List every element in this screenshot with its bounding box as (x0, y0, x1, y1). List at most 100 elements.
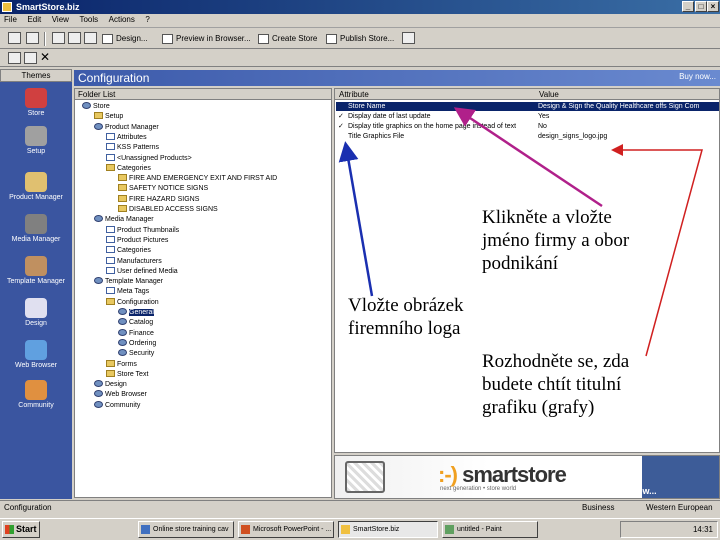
powerpoint-icon (241, 525, 250, 534)
tree-item[interactable]: Community (94, 400, 140, 410)
menu-help[interactable]: ? (141, 14, 153, 25)
tree-item[interactable]: Product Manager (94, 122, 159, 132)
tree-item[interactable]: Security (118, 349, 154, 358)
create-store-button[interactable]: Create Store (256, 31, 320, 47)
tree-item[interactable]: Setup (94, 112, 123, 121)
menu-tools[interactable]: Tools (75, 14, 102, 25)
tree-item[interactable]: Design (94, 380, 127, 389)
tree-item[interactable]: Categories (106, 246, 151, 255)
attr-row-graphics-file[interactable]: Title Graphics File design_signs_logo.jpg (336, 132, 719, 141)
tree-item[interactable]: Ordering (118, 338, 156, 348)
tree-item[interactable]: Store (82, 102, 110, 111)
maximize-button[interactable]: □ (695, 1, 707, 12)
tree-item[interactable]: Web Browser (94, 390, 147, 399)
tree-item[interactable]: FIRE AND EMERGENCY EXIT AND FIRST AID (118, 174, 277, 183)
smartstore-logo: :-) smartstore (438, 462, 567, 487)
theme-media-manager[interactable]: Media Manager (0, 214, 72, 243)
task-paint[interactable]: untitled - Paint (442, 521, 538, 538)
tree-item[interactable]: FIRE HAZARD SIGNS (118, 194, 200, 204)
tree-item[interactable]: KSS Patterns (106, 143, 159, 152)
tree-item-label: Web Browser (105, 391, 147, 399)
smartstore-task-icon (341, 525, 350, 534)
tree-item[interactable]: Catalog (118, 318, 153, 327)
minimize-button[interactable]: _ (682, 1, 694, 12)
tree-item[interactable]: DISABLED ACCESS SIGNS (118, 205, 218, 214)
publish-store-button[interactable]: Publish Store... (324, 31, 394, 47)
tree-item-label: Categories (117, 164, 151, 172)
theme-setup[interactable]: Setup (0, 126, 72, 155)
theme-design[interactable]: Design (0, 298, 72, 327)
annotation-graphics: Rozhodněte se, zda budete chtít titulní … (482, 351, 630, 418)
product-manager-icon (25, 172, 47, 192)
menu-actions[interactable]: Actions (105, 14, 139, 25)
clock[interactable]: 14:31 (693, 525, 713, 534)
open-icon[interactable] (68, 32, 81, 44)
start-button[interactable]: Start (2, 521, 40, 538)
theme-community[interactable]: Community (0, 380, 72, 409)
setup-icon (25, 126, 47, 146)
tree-item[interactable]: Manufacturers (106, 256, 162, 266)
toolbar-separator (44, 32, 46, 46)
tree-item-label: Forms (117, 360, 137, 368)
menu-view[interactable]: View (48, 14, 73, 25)
tree-item[interactable]: Meta Tags (106, 287, 149, 296)
tree-item[interactable]: Configuration (106, 297, 159, 307)
publish-icon (326, 34, 337, 44)
design-button[interactable]: Design... (100, 31, 156, 47)
tree-item[interactable]: <Unassigned Products> (106, 153, 192, 163)
theme-product-manager[interactable]: Product Manager (0, 172, 72, 201)
tree-item[interactable]: Product Thumbnails (106, 225, 180, 235)
value-column-header[interactable]: Value (539, 89, 559, 100)
properties-icon[interactable] (84, 32, 97, 44)
design-icon (102, 34, 113, 44)
menu-bar: File Edit View Tools Actions ? (0, 14, 720, 28)
tree-item-label: Finance (129, 329, 154, 337)
tree-item-label: FIRE HAZARD SIGNS (129, 195, 200, 203)
tree-item-label: Product Thumbnails (117, 226, 180, 234)
attr-row-title-graphics[interactable]: ✓ Display title graphics on the home page… (336, 122, 719, 131)
tree-item[interactable]: Store Text (106, 369, 148, 379)
new-folder-icon[interactable] (52, 32, 65, 44)
tree-item[interactable]: Finance (118, 328, 154, 338)
delete-icon[interactable]: ✕ (40, 50, 50, 64)
banner-buy-now[interactable]: Buy now... (612, 486, 657, 496)
tree-item-label: Media Manager (105, 216, 154, 224)
forward-icon[interactable] (26, 32, 39, 44)
status-bar: Configuration Business Western European (0, 500, 720, 515)
attr-row-store-name[interactable]: Store Name Design & Sign the Quality Heal… (336, 102, 719, 111)
tree-item-label: Setup (105, 113, 124, 121)
system-tray: 14:31 (620, 521, 718, 538)
edit-item-icon[interactable] (24, 52, 37, 64)
menu-edit[interactable]: Edit (23, 14, 45, 25)
tree-item[interactable]: Product Pictures (106, 235, 168, 245)
tree-item[interactable]: Attributes (106, 132, 147, 142)
media-manager-icon (25, 214, 47, 234)
back-icon[interactable] (8, 32, 21, 44)
window-title-bar: SmartStore.biz _ □ × (0, 0, 720, 14)
buy-now-link[interactable]: Buy now... (679, 72, 716, 81)
attr-row-last-update[interactable]: ✓ Display date of last update Yes (336, 112, 719, 121)
theme-store[interactable]: Store (0, 88, 72, 117)
tree-item[interactable]: User defined Media (106, 266, 178, 276)
extra-tool-icon[interactable] (402, 32, 415, 44)
tree-item-label: DISABLED ACCESS SIGNS (129, 206, 218, 213)
tree-item[interactable]: General (118, 308, 154, 317)
status-business: Business (582, 503, 615, 512)
tree-item-label: FIRE AND EMERGENCY EXIT AND FIRST AID (129, 175, 278, 183)
tree-item[interactable]: Media Manager (94, 215, 154, 224)
task-powerpoint[interactable]: Microsoft PowerPoint - ... (238, 521, 334, 538)
new-item-icon[interactable] (8, 52, 21, 64)
attribute-column-header[interactable]: Attribute (339, 89, 369, 100)
task-online-store[interactable]: Online store training cav (138, 521, 234, 538)
preview-browser-button[interactable]: Preview in Browser... (160, 31, 252, 47)
close-button[interactable]: × (707, 1, 719, 12)
tree-item[interactable]: Forms (106, 359, 137, 369)
menu-file[interactable]: File (0, 14, 21, 25)
doc-icon (106, 225, 115, 233)
tree-item[interactable]: SAFETY NOTICE SIGNS (118, 184, 208, 193)
theme-template-manager[interactable]: Template Manager (0, 256, 72, 285)
task-smartstore[interactable]: SmartStore.biz (338, 521, 438, 538)
theme-web-browser[interactable]: Web Browser (0, 340, 72, 369)
tree-item[interactable]: Categories (106, 163, 151, 173)
tree-item[interactable]: Template Manager (94, 277, 163, 286)
